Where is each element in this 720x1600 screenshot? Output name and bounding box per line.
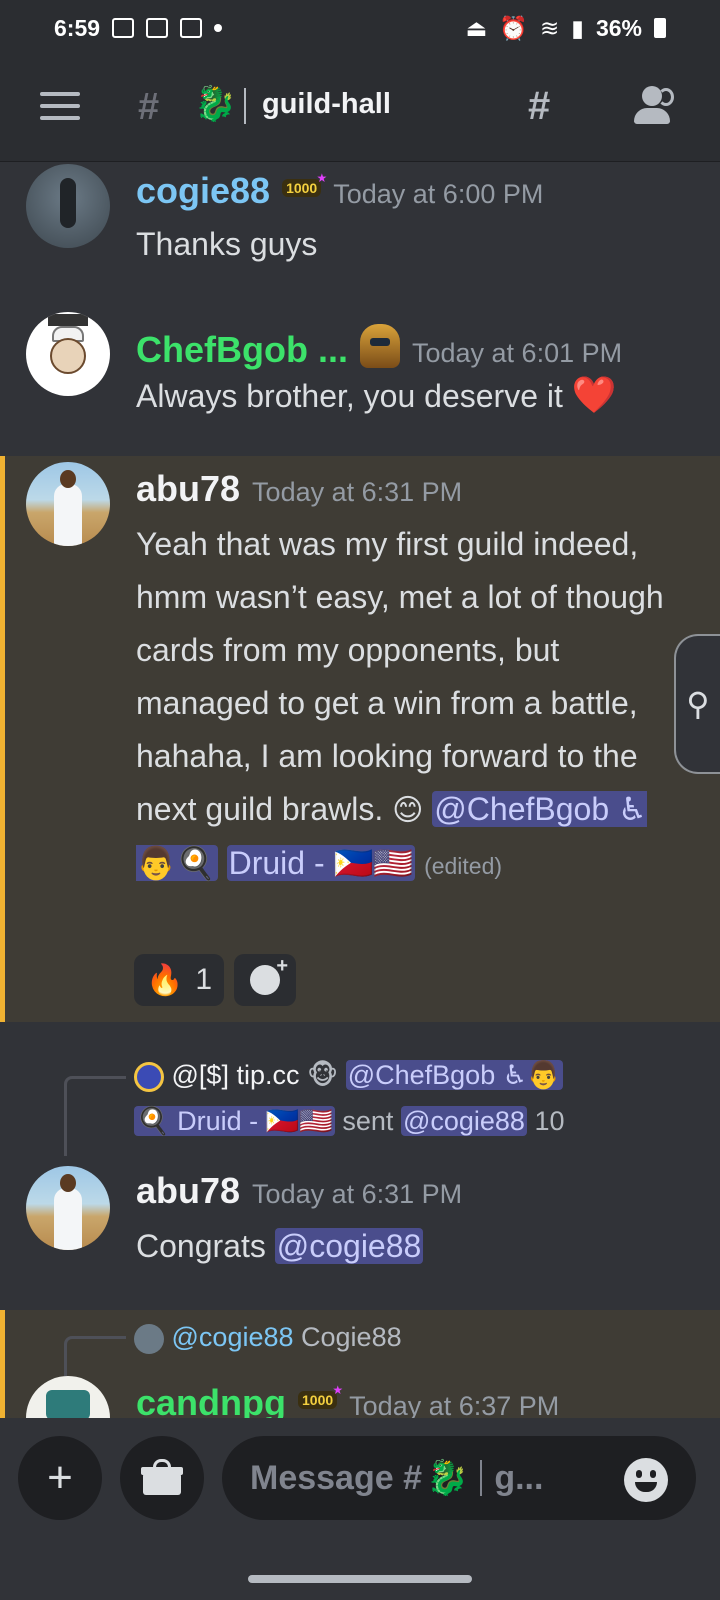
message[interactable]: cogie88 1000 Today at 6:00 PM Thanks guy… [0,162,720,292]
accessibility-tab[interactable]: ⚲ [674,634,720,774]
timestamp: Today at 6:01 PM [411,338,623,368]
battery-level: 36% [595,14,642,41]
cogie-avatar-icon [134,1323,164,1354]
accessibility-icon: ⚲ [686,686,710,722]
username[interactable]: candnpg [136,1382,286,1418]
timestamp: Today at 6:31 PM [252,1179,463,1209]
message-list[interactable]: cogie88 1000 Today at 6:00 PM Thanks guy… [0,162,720,1418]
smile-emoji: 😊 [392,794,424,827]
user-mention-cont[interactable]: Druid - 🇵🇭🇺🇸 [226,845,416,881]
heart-emoji: ❤️ [571,374,617,415]
message-highlighted[interactable]: abu78 Today at 6:31 PM Yeah that was my … [0,456,720,1022]
channel-header: # 🐉 guild-hall # [0,56,720,162]
avatar[interactable] [26,462,110,546]
tipcc-avatar-icon [134,1061,164,1092]
close-box-icon [180,18,203,38]
username[interactable]: abu78 [136,1170,240,1212]
reply-verb: sent [342,1106,394,1136]
home-indicator[interactable] [248,1575,472,1583]
channel-emoji: 🐉 [194,85,237,123]
placeholder-suffix: g... [494,1458,544,1497]
avatar[interactable] [26,312,110,396]
username[interactable]: abu78 [136,468,240,510]
reactions-bar: 🔥 1 [134,954,297,1006]
avatar[interactable] [26,1166,110,1250]
timestamp: Today at 6:31 PM [252,477,463,507]
username[interactable]: ChefBgob ... [136,329,348,371]
timestamp: Today at 6:00 PM [333,179,544,209]
user-mention[interactable]: @cogie88 [274,1228,424,1264]
add-reaction-button[interactable] [234,954,297,1006]
gift-icon [141,1459,183,1495]
reply-mention-cont[interactable]: 🍳 Druid - 🇵🇭🇺🇸 [134,1106,335,1136]
reply-mention[interactable]: @ChefBgob ♿👨 [345,1060,563,1090]
helmet-badge-icon [359,324,400,368]
fire-reaction[interactable]: 🔥 1 [134,954,225,1006]
gift-button[interactable] [120,1436,204,1520]
status-bar: 6:59 ⏏ ⏰ ≋ ▮ 36% [0,0,720,56]
menu-icon[interactable] [40,92,80,122]
reply-mention[interactable]: @cogie88 [172,1322,294,1352]
level-badge: 1000 [282,171,327,197]
message-text: Congrats @cogie88 [136,1228,424,1264]
gallery-icon [112,18,135,38]
plus-icon: + [47,1453,73,1502]
monkey-badge-icon: 🐵 [306,1060,339,1090]
reply-mention-2[interactable]: @cogie88 [400,1106,527,1136]
dot-icon [214,24,223,32]
level-badge: 1000 [298,1383,343,1409]
reply-author: @[$] tip.cc [171,1060,300,1090]
reply-connector [64,1076,126,1156]
avatar[interactable] [26,1376,110,1418]
battery-icon [654,18,666,38]
alarm-lock-icon: ⏏ [465,14,488,41]
placeholder-prefix: Message # [250,1458,422,1497]
reply-connector [64,1336,126,1376]
signal-icon: ▮ [571,14,584,41]
fire-icon: 🔥 [146,963,184,997]
message-composer: + Message # 🐉 g... [0,1418,720,1600]
message-text: Thanks guys [136,226,318,262]
locked-hash-icon: # [138,86,160,128]
threads-icon[interactable]: # [528,84,550,129]
wifi-icon: ≋ [540,14,560,41]
message[interactable]: ChefBgob ... Today at 6:01 PM Always bro… [0,302,720,452]
status-time: 6:59 [54,14,101,41]
avatar[interactable] [26,164,110,248]
alarm-icon: ⏰ [499,14,528,41]
members-icon[interactable] [630,86,678,126]
message-with-reply[interactable]: @[$] tip.cc 🐵 @ChefBgob ♿👨 🍳 Druid - 🇵🇭🇺… [0,1050,720,1300]
placeholder-channel-emoji: 🐉 [426,1459,469,1497]
emoji-picker-icon[interactable] [624,1458,668,1502]
placeholder-divider [480,1460,483,1496]
message-text: Yeah that was my first guild indeed, hmm… [136,526,664,881]
reaction-count: 1 [195,963,213,996]
timestamp: Today at 6:37 PM [349,1391,560,1418]
username[interactable]: cogie88 [136,170,270,212]
reply-text: Cogie88 [301,1322,402,1352]
add-attachment-button[interactable]: + [18,1436,102,1520]
reply-amount: 10 [534,1106,565,1136]
mail-icon [146,18,169,38]
reply-preview[interactable]: @cogie88 Cogie88 [134,1314,660,1360]
edited-label: (edited) [424,853,503,879]
message-text: Always brother, you deserve it ❤️ [136,374,617,415]
reply-preview[interactable]: @[$] tip.cc 🐵 @ChefBgob ♿👨 🍳 Druid - 🇵🇭🇺… [134,1052,660,1144]
add-reaction-icon [250,955,288,995]
message-highlighted[interactable]: @cogie88 Cogie88 candnpg 1000 Today at 6… [0,1310,720,1418]
channel-name[interactable]: guild-hall [262,88,391,121]
header-divider [244,88,246,124]
